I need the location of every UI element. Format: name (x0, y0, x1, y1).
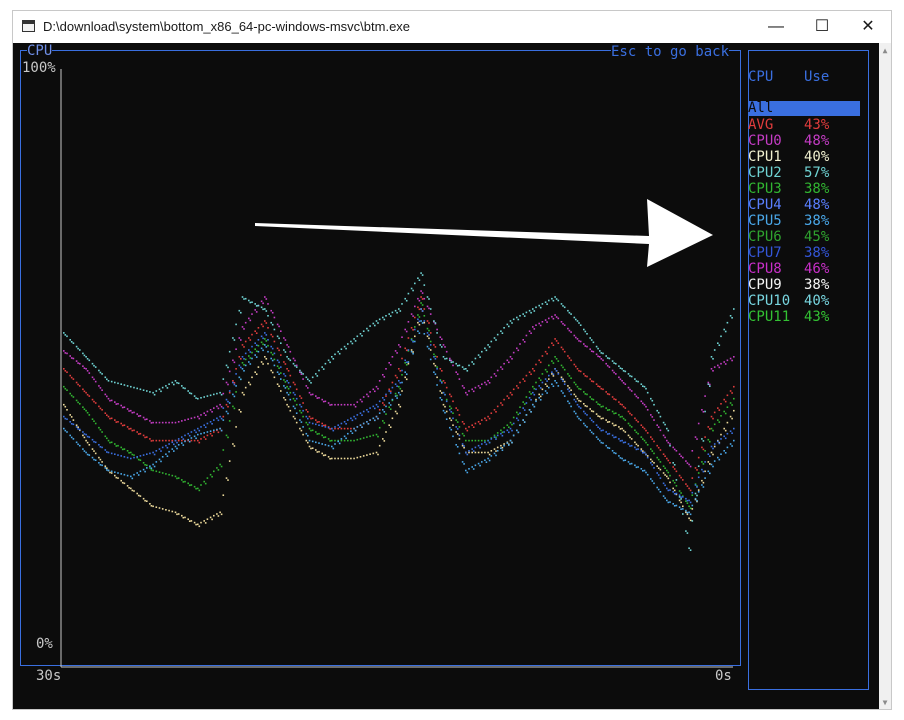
annotation-arrow (255, 199, 713, 267)
terminal-area[interactable]: CPU Esc to go back 100% 0% 30s 0s CPU Us… (13, 43, 879, 709)
console-app-icon (22, 20, 35, 32)
scroll-down-icon[interactable]: ▼ (881, 699, 889, 707)
arrow-shape (255, 199, 713, 267)
terminal-window: D:\download\system\bottom_x86_64-pc-wind… (12, 10, 892, 710)
scroll-up-icon[interactable]: ▲ (881, 47, 889, 55)
vertical-scrollbar[interactable]: ▲ ▼ (879, 43, 891, 709)
close-button[interactable]: ✕ (845, 11, 891, 43)
maximize-button[interactable]: ☐ (799, 11, 845, 43)
title-bar[interactable]: D:\download\system\bottom_x86_64-pc-wind… (13, 11, 891, 43)
window-title: D:\download\system\bottom_x86_64-pc-wind… (43, 19, 411, 34)
minimize-button[interactable]: — (753, 11, 799, 43)
